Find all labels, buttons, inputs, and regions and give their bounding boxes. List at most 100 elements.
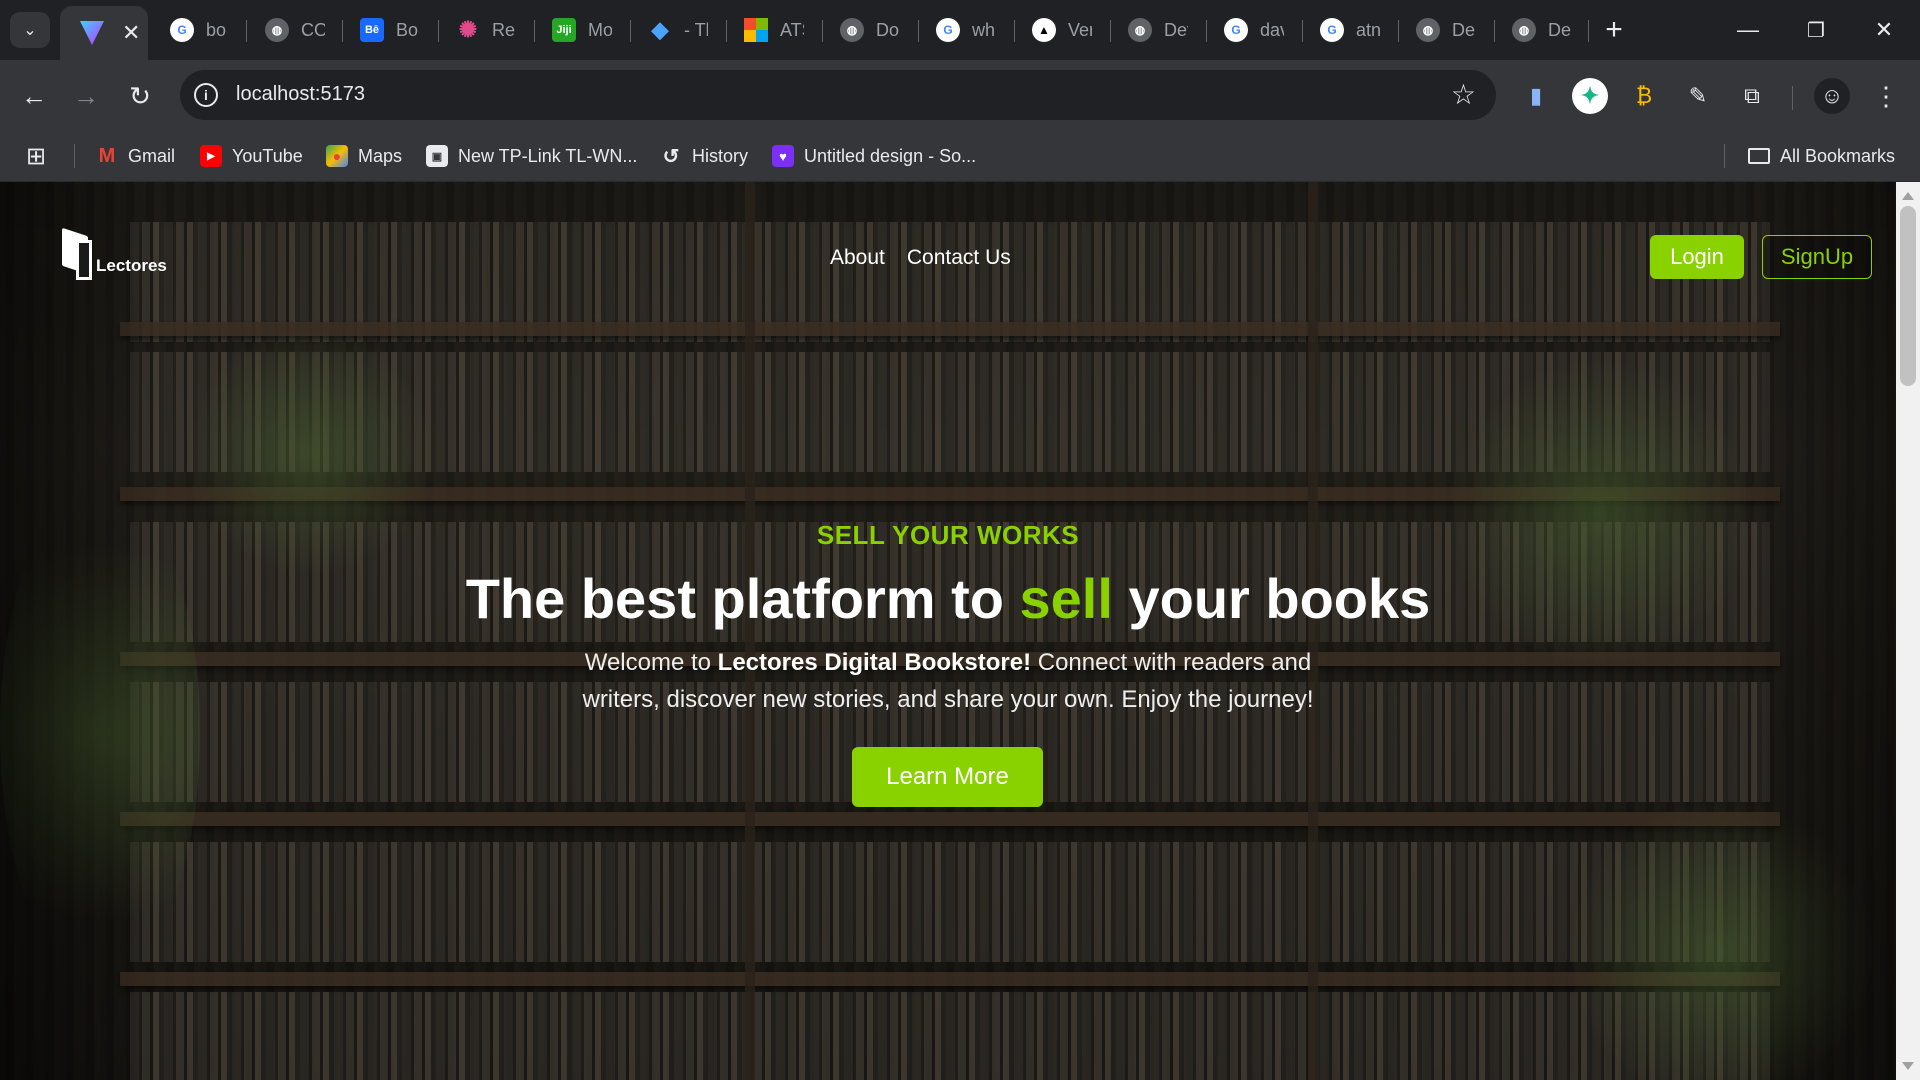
tab-14[interactable]: ◍ De bbox=[1396, 8, 1486, 52]
vercel-icon: ▲ bbox=[1032, 18, 1056, 42]
scroll-up-icon[interactable] bbox=[1902, 192, 1914, 200]
tab-4[interactable]: ✺ Re bbox=[436, 8, 526, 52]
microsoft-icon bbox=[744, 18, 768, 42]
learn-more-button[interactable]: Learn More bbox=[852, 747, 1043, 807]
tab-5[interactable]: Jiji Mo bbox=[532, 8, 622, 52]
tab-active[interactable]: ✕ bbox=[60, 6, 148, 60]
browser-toolbar: ← → ↻ i localhost:5173 ☆ ▮ ✦ ₿ ✎ ⧉ ☺ ⋮ bbox=[0, 60, 1920, 130]
tab-15[interactable]: ◍ De bbox=[1492, 8, 1582, 52]
signup-button[interactable]: SignUp bbox=[1762, 235, 1872, 279]
bookmark-gmail[interactable]: M Gmail bbox=[96, 142, 175, 170]
tab-2[interactable]: ◍ CO bbox=[245, 8, 335, 52]
headline-highlight: sell bbox=[1019, 567, 1113, 630]
google-icon: G bbox=[936, 18, 960, 42]
apps-grid-icon[interactable]: ⊞ bbox=[26, 142, 46, 170]
page-viewport: Lectores About Contact Us Login SignUp S… bbox=[0, 182, 1896, 1080]
tab-strip: ⌄ ✕ G bo ◍ CO Bē Bo ✺ Re Jiji Mo ◆ - Tl … bbox=[0, 0, 1920, 60]
tab-search-button[interactable]: ⌄ bbox=[10, 12, 50, 48]
bookmark-untitled-design[interactable]: ♥ Untitled design - So... bbox=[772, 142, 976, 170]
tab-6[interactable]: ◆ - Tl bbox=[628, 8, 718, 52]
bookmark-maps[interactable]: ● Maps bbox=[326, 142, 402, 170]
tab-7[interactable]: ATS bbox=[724, 8, 814, 52]
globe-icon: ◍ bbox=[1512, 18, 1536, 42]
headline-text: The best platform to bbox=[465, 567, 1020, 630]
close-window-button[interactable]: ✕ bbox=[1862, 10, 1906, 50]
back-button[interactable]: ← bbox=[14, 76, 54, 116]
lede-text: Welcome to bbox=[584, 649, 718, 676]
restore-button[interactable]: ❐ bbox=[1794, 10, 1838, 50]
shelf-decoration bbox=[120, 322, 1780, 336]
tab-12[interactable]: G dav bbox=[1204, 8, 1294, 52]
google-icon: G bbox=[1320, 18, 1344, 42]
bookmark-tplink[interactable]: ▣ New TP-Link TL-WN... bbox=[426, 142, 637, 170]
tab-separator bbox=[1588, 20, 1589, 42]
scroll-down-icon[interactable] bbox=[1902, 1062, 1914, 1070]
shelf-post bbox=[1308, 182, 1318, 1080]
bookmark-star-icon[interactable]: ☆ bbox=[1451, 78, 1476, 111]
chevron-down-icon: ⌄ bbox=[23, 22, 37, 39]
lede-bold: Lectores Digital Bookstore! bbox=[717, 649, 1032, 676]
address-bar[interactable]: i localhost:5173 ☆ bbox=[180, 70, 1496, 120]
reload-icon: ↻ bbox=[129, 80, 151, 111]
tab-3[interactable]: Bē Bo bbox=[340, 8, 430, 52]
bookmark-history[interactable]: ↺ History bbox=[660, 142, 748, 170]
shelf-decoration bbox=[120, 972, 1780, 986]
new-tab-button[interactable]: + bbox=[1596, 12, 1632, 48]
arrow-right-icon: → bbox=[73, 80, 99, 111]
react-icon: ✺ bbox=[458, 17, 478, 42]
bookmark-youtube[interactable]: ▶ YouTube bbox=[200, 142, 303, 170]
hero-headline: The best platform to sell your books bbox=[0, 566, 1896, 631]
logo-text: Lectores bbox=[96, 256, 167, 275]
site-logo[interactable]: Lectores bbox=[62, 227, 167, 280]
extension-icon[interactable]: ✦ bbox=[1572, 78, 1608, 114]
site-info-icon[interactable]: i bbox=[194, 83, 218, 107]
tab-10[interactable]: ▲ Ver bbox=[1012, 8, 1102, 52]
bookmarks-separator bbox=[74, 144, 75, 168]
tplink-icon: ▣ bbox=[426, 145, 448, 167]
history-icon: ↺ bbox=[662, 145, 680, 168]
jiji-icon: Jiji bbox=[552, 18, 576, 42]
tab-close-icon[interactable]: ✕ bbox=[122, 20, 140, 46]
profile-avatar[interactable]: ☺ bbox=[1814, 78, 1850, 114]
tab-9[interactable]: G wh bbox=[916, 8, 1006, 52]
scrollbar-thumb[interactable] bbox=[1900, 206, 1916, 386]
tab-1[interactable]: G bo bbox=[150, 8, 240, 52]
menu-kebab-icon[interactable]: ⋮ bbox=[1868, 78, 1904, 114]
bookshelf-background bbox=[130, 992, 1770, 1080]
diamond-icon: ◆ bbox=[651, 17, 669, 42]
all-bookmarks[interactable]: All Bookmarks bbox=[1748, 142, 1895, 170]
tab-13[interactable]: G atn bbox=[1300, 8, 1390, 52]
forward-button[interactable]: → bbox=[66, 76, 106, 116]
youtube-icon: ▶ bbox=[200, 145, 222, 167]
page-scrollbar[interactable] bbox=[1896, 182, 1920, 1080]
globe-icon: ◍ bbox=[265, 18, 289, 42]
reload-button[interactable]: ↻ bbox=[120, 76, 160, 116]
bookmarks-separator bbox=[1724, 144, 1725, 168]
tab-8[interactable]: ◍ Do bbox=[820, 8, 910, 52]
google-icon: G bbox=[1224, 18, 1248, 42]
google-icon: G bbox=[170, 18, 194, 42]
puzzle-extensions-icon[interactable]: ⧉ bbox=[1734, 78, 1770, 114]
login-button[interactable]: Login bbox=[1650, 235, 1744, 279]
bookshelf-background bbox=[130, 842, 1770, 962]
minimize-button[interactable]: — bbox=[1726, 10, 1770, 50]
vignette bbox=[0, 182, 160, 1080]
nav-contact-link[interactable]: Contact Us bbox=[907, 246, 1011, 270]
heart-icon: ♥ bbox=[772, 145, 794, 167]
arrow-left-icon: ← bbox=[21, 80, 47, 111]
docs-extension-icon[interactable]: ▮ bbox=[1518, 78, 1554, 114]
hero-eyebrow: SELL YOUR WORKS bbox=[816, 520, 1080, 550]
headline-text: your books bbox=[1112, 567, 1431, 630]
vite-icon bbox=[80, 21, 104, 45]
shelf-post bbox=[745, 182, 755, 1080]
bitcoin-extension-icon[interactable]: ₿ bbox=[1626, 78, 1662, 114]
vignette bbox=[1736, 182, 1896, 1080]
eyedropper-icon[interactable]: ✎ bbox=[1680, 78, 1716, 114]
tab-11[interactable]: ◍ Dev bbox=[1108, 8, 1198, 52]
site-nav: About Contact Us bbox=[830, 246, 1011, 270]
book-logo-icon bbox=[62, 227, 96, 280]
globe-icon: ◍ bbox=[1416, 18, 1440, 42]
globe-icon: ◍ bbox=[1128, 18, 1152, 42]
url-text[interactable]: localhost:5173 bbox=[236, 83, 365, 106]
nav-about-link[interactable]: About bbox=[830, 246, 885, 270]
